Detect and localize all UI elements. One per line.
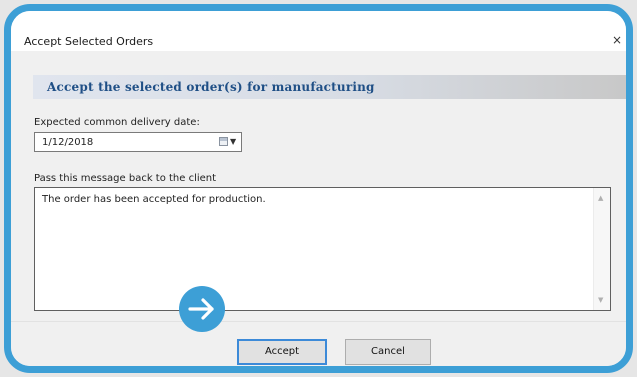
delivery-date-label: Expected common delivery date: <box>34 117 200 128</box>
vertical-scrollbar[interactable]: ▲ ▼ <box>593 188 610 310</box>
client-message-text: The order has been accepted for producti… <box>42 194 266 205</box>
client-message-label: Pass this message back to the client <box>34 173 217 184</box>
window-title: Accept Selected Orders <box>24 35 154 48</box>
header-banner: Accept the selected order(s) for manufac… <box>33 75 626 99</box>
scroll-up-icon[interactable]: ▲ <box>598 194 603 202</box>
arrow-right-icon <box>179 286 225 332</box>
cancel-button[interactable]: Cancel <box>345 339 431 365</box>
title-bar: Accept Selected Orders × <box>11 11 626 51</box>
scroll-down-icon[interactable]: ▼ <box>598 296 603 304</box>
delivery-date-value: 1/12/2018 <box>42 137 94 148</box>
close-icon[interactable]: × <box>612 33 622 47</box>
highlight-frame: Accept Selected Orders × Accept the sele… <box>4 4 633 373</box>
calendar-icon <box>219 137 228 146</box>
date-picker-button[interactable]: ▼ <box>218 135 238 149</box>
button-area-divider <box>11 321 626 322</box>
client-message-textarea[interactable]: The order has been accepted for producti… <box>34 187 611 311</box>
delivery-date-field[interactable]: 1/12/2018 ▼ <box>34 132 242 152</box>
dialog-body: Accept the selected order(s) for manufac… <box>11 51 626 366</box>
chevron-down-icon: ▼ <box>230 137 237 146</box>
accept-button[interactable]: Accept <box>237 339 327 365</box>
banner-heading: Accept the selected order(s) for manufac… <box>47 80 375 94</box>
